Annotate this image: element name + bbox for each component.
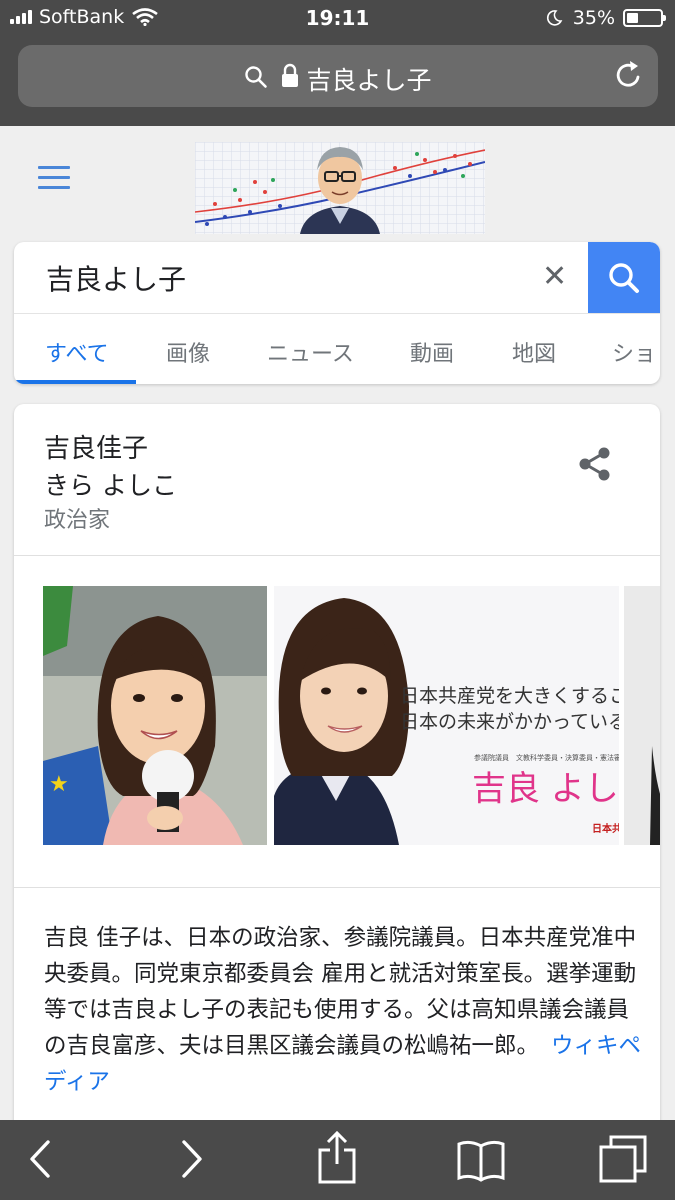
- partial-image: [624, 586, 660, 845]
- tabs-icon[interactable]: [598, 1134, 648, 1184]
- search-input[interactable]: 吉良よし子: [46, 258, 186, 298]
- photo-2[interactable]: 日本共産党を大きくすること 日本の未来がかかっている。 参議院議員 文教科学委員…: [274, 586, 619, 845]
- tab-all[interactable]: すべて: [45, 336, 109, 368]
- tab-videos[interactable]: 動画: [410, 336, 454, 368]
- google-header: [0, 126, 675, 241]
- reload-icon[interactable]: [614, 59, 644, 91]
- moon-icon: [546, 10, 563, 26]
- tab-news[interactable]: ニュース: [267, 336, 354, 368]
- search-button[interactable]: [588, 242, 660, 313]
- divider: [14, 555, 660, 556]
- address-text: 吉良よし子: [306, 66, 432, 95]
- tab-shopping[interactable]: ショ: [612, 336, 656, 368]
- portrait-image: ★: [43, 586, 267, 845]
- chevron-left-icon[interactable]: [26, 1134, 56, 1184]
- poster-name: 吉良 よし子: [472, 769, 619, 809]
- share-icon[interactable]: [576, 444, 614, 484]
- battery-percent: 35%: [572, 7, 615, 29]
- menu-icon[interactable]: [38, 166, 70, 192]
- browser-toolbar: [0, 1120, 675, 1200]
- google-doodle[interactable]: [195, 142, 485, 234]
- share-icon[interactable]: [316, 1130, 358, 1186]
- browser-chrome: 吉良よし子: [0, 40, 675, 126]
- poster-line2: 日本の未来がかかっている。: [400, 711, 619, 733]
- status-right: 35%: [545, 7, 666, 29]
- tab-images[interactable]: 画像: [166, 336, 210, 368]
- entity-description: 政治家: [44, 508, 111, 533]
- active-tab-indicator: [14, 380, 136, 384]
- search-icon: [609, 262, 639, 293]
- search-tabs: すべて 画像 ニュース 動画 地図 ショ: [14, 314, 660, 384]
- clear-icon[interactable]: ✕: [542, 260, 567, 294]
- entity-name: 吉良佳子: [44, 434, 149, 464]
- search-card: 吉良よし子 ✕ すべて 画像 ニュース 動画 地図 ショ: [14, 242, 660, 384]
- photo-3[interactable]: [624, 586, 660, 845]
- status-bar: SoftBank 19:11 35%: [0, 0, 675, 40]
- entity-summary: 吉良 佳子は、日本の政治家、参議院議員。日本共産党准中央委員。同党東京都委員会 …: [44, 920, 644, 1100]
- book-icon[interactable]: [456, 1138, 506, 1182]
- poster-party: 日本共: [592, 822, 619, 835]
- summary-text: 吉良 佳子は、日本の政治家、参議院議員。日本共産党准中央委員。同党東京都委員会 …: [44, 925, 637, 1059]
- poster-small: 参議院議員 文教科学委員・決算委員・憲法審: [474, 753, 619, 762]
- tab-maps[interactable]: 地図: [512, 336, 556, 368]
- poster-line1: 日本共産党を大きくすること: [400, 685, 619, 707]
- address-bar[interactable]: 吉良よし子: [18, 45, 658, 107]
- battery-icon: [623, 9, 666, 27]
- photo-1[interactable]: ★: [43, 586, 267, 845]
- knowledge-panel: 吉良佳子 きら よしこ 政治家 ★ 日本共産党を大きくするこ 日本の未来がかかっ…: [14, 404, 660, 1134]
- entity-reading: きら よしこ: [44, 471, 177, 500]
- svg-text:★: ★: [49, 772, 69, 797]
- chevron-right-icon[interactable]: [176, 1134, 206, 1184]
- poster-image: 日本共産党を大きくすること 日本の未来がかかっている。 参議院議員 文教科学委員…: [274, 586, 619, 845]
- divider: [14, 887, 660, 888]
